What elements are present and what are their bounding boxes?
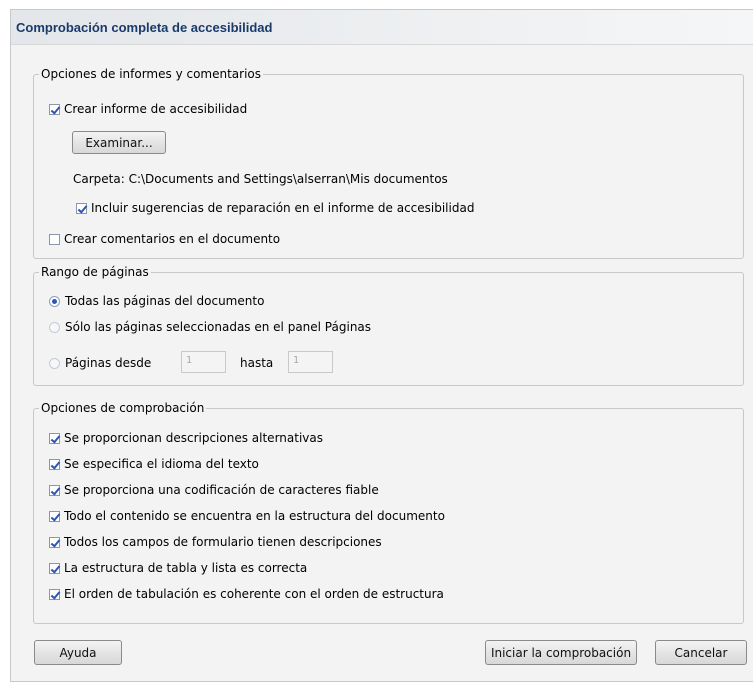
pages-from-option[interactable]: Páginas desde (49, 354, 151, 372)
pages-to-input[interactable]: 1 (288, 351, 333, 373)
page-range-group: Rango de páginas Todas las páginas del d… (33, 265, 744, 386)
all-pages-label: Todas las páginas del documento (65, 294, 265, 308)
create-report-checkbox[interactable] (49, 103, 60, 115)
check-option-label: Se proporcionan descripciones alternativ… (64, 431, 323, 445)
check-option-checkbox[interactable] (49, 562, 60, 574)
start-check-button[interactable]: Iniciar la comprobación (485, 640, 637, 665)
include-hints-label: Incluir sugerencias de reparación en el … (91, 201, 475, 215)
check-option-checkbox[interactable] (49, 510, 60, 522)
check-option-label: Se especifica el idioma del texto (64, 457, 259, 471)
browse-button[interactable]: Examinar... (72, 131, 166, 154)
include-hints-checkbox[interactable] (76, 202, 87, 214)
check-option-checkbox[interactable] (49, 432, 60, 444)
all-pages-radio[interactable] (49, 295, 60, 307)
check-option-alt-text[interactable]: Se proporcionan descripciones alternativ… (49, 429, 323, 447)
all-pages-option[interactable]: Todas las páginas del documento (49, 292, 264, 310)
page-range-legend: Rango de páginas (39, 265, 151, 279)
accessibility-check-dialog: Comprobación completa de accesibilidad O… (10, 9, 753, 682)
check-option-encoding[interactable]: Se proporciona una codificación de carac… (49, 481, 379, 499)
check-option-form-fields[interactable]: Todos los campos de formulario tienen de… (49, 533, 382, 551)
check-option-table-list[interactable]: La estructura de tabla y lista es correc… (49, 559, 307, 577)
check-option-label: La estructura de tabla y lista es correc… (64, 561, 308, 575)
check-option-checkbox[interactable] (49, 458, 60, 470)
pages-from-label: Páginas desde (65, 356, 152, 370)
create-comments-option[interactable]: Crear comentarios en el documento (49, 230, 280, 248)
pages-to-label: hasta (240, 356, 274, 370)
check-option-structure[interactable]: Todo el contenido se encuentra en la est… (49, 507, 445, 525)
selected-pages-radio[interactable] (49, 321, 60, 333)
check-option-label: Todo el contenido se encuentra en la est… (64, 509, 445, 523)
check-option-label: Se proporciona una codificación de carac… (64, 483, 379, 497)
check-options-legend: Opciones de comprobación (39, 401, 207, 415)
folder-path: Carpeta: C:\Documents and Settings\alser… (73, 172, 448, 186)
report-options-legend: Opciones de informes y comentarios (39, 67, 264, 81)
pages-from-input[interactable]: 1 (181, 351, 226, 373)
selected-pages-option[interactable]: Sólo las páginas seleccionadas en el pan… (49, 318, 371, 336)
help-button[interactable]: Ayuda (34, 640, 122, 665)
dialog-titlebar: Comprobación completa de accesibilidad (11, 10, 753, 45)
check-option-tab-order[interactable]: El orden de tabulación es coherente con … (49, 585, 444, 603)
check-option-checkbox[interactable] (49, 588, 60, 600)
create-comments-label: Crear comentarios en el documento (64, 232, 281, 246)
report-options-group: Opciones de informes y comentarios Crear… (33, 67, 744, 259)
create-comments-checkbox[interactable] (49, 233, 60, 245)
check-option-checkbox[interactable] (49, 484, 60, 496)
include-hints-option[interactable]: Incluir sugerencias de reparación en el … (76, 199, 474, 217)
pages-from-radio[interactable] (49, 357, 60, 369)
dialog-title: Comprobación completa de accesibilidad (16, 20, 273, 35)
create-report-option[interactable]: Crear informe de accesibilidad (49, 100, 247, 118)
check-options-group: Opciones de comprobación Se proporcionan… (33, 401, 744, 624)
check-option-checkbox[interactable] (49, 536, 60, 548)
cancel-button[interactable]: Cancelar (655, 640, 747, 665)
check-option-language[interactable]: Se especifica el idioma del texto (49, 455, 259, 473)
selected-pages-label: Sólo las páginas seleccionadas en el pan… (65, 320, 372, 334)
check-option-label: Todos los campos de formulario tienen de… (64, 535, 382, 549)
create-report-label: Crear informe de accesibilidad (64, 102, 248, 116)
check-option-label: El orden de tabulación es coherente con … (64, 587, 444, 601)
